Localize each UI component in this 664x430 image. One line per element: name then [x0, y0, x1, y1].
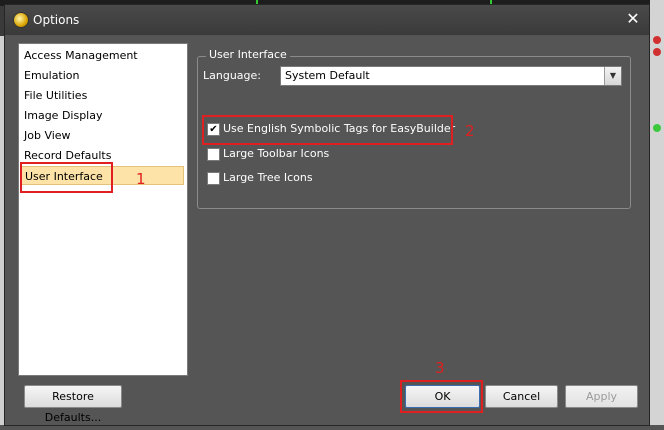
option-label: Large Toolbar Icons: [223, 147, 330, 160]
status-indicator-icon: [653, 124, 661, 132]
status-indicator-icon: [653, 36, 661, 44]
cancel-button[interactable]: Cancel: [485, 385, 558, 408]
annotation-box-2: [202, 115, 453, 145]
annotation-box-1: [20, 162, 113, 193]
language-select[interactable]: System Default ▼: [280, 66, 622, 86]
close-button[interactable]: ✕: [625, 11, 641, 27]
category-job-view[interactable]: Job View: [20, 126, 184, 145]
checkbox-icon[interactable]: [207, 172, 220, 185]
status-indicator-icon: [653, 48, 661, 56]
annotation-number-1: 1: [136, 170, 146, 188]
dialog-title: Options: [33, 13, 80, 27]
group-title: User Interface: [206, 48, 290, 61]
category-file-utilities[interactable]: File Utilities: [20, 86, 184, 105]
dialog-titlebar[interactable]: Options ✕: [5, 5, 649, 35]
annotation-number-3: 3: [435, 359, 445, 377]
category-emulation[interactable]: Emulation: [20, 66, 184, 85]
annotation-number-2: 2: [465, 122, 475, 140]
chevron-down-icon[interactable]: ▼: [604, 67, 621, 85]
annotation-box-3: [400, 380, 483, 413]
option-label: Large Tree Icons: [223, 171, 313, 184]
background-app-right-panel: [650, 0, 664, 430]
language-value: System Default: [285, 69, 370, 82]
language-label: Language:: [203, 69, 261, 82]
category-list[interactable]: Access Management Emulation File Utiliti…: [18, 43, 188, 376]
apply-button[interactable]: Apply: [565, 385, 638, 408]
category-image-display[interactable]: Image Display: [20, 106, 184, 125]
restore-defaults-button[interactable]: Restore Defaults...: [24, 385, 122, 424]
options-gear-icon: [13, 12, 29, 28]
checkbox-icon[interactable]: [207, 148, 220, 161]
category-access-management[interactable]: Access Management: [20, 46, 184, 65]
